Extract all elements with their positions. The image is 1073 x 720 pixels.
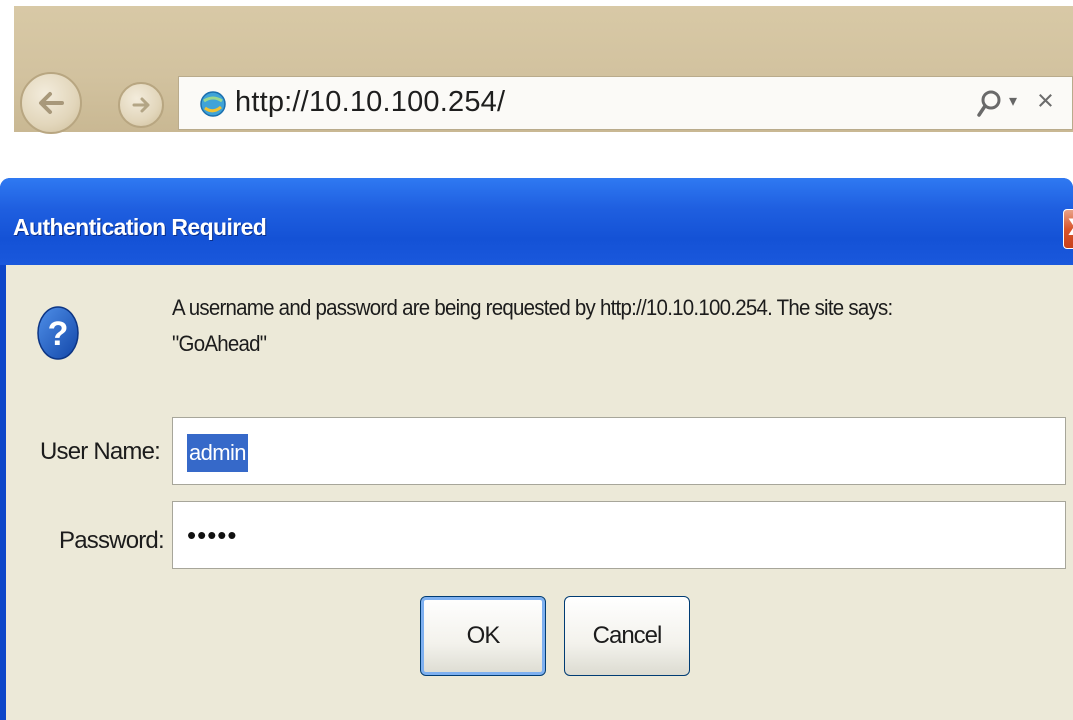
auth-realm: "GoAhead" — [172, 331, 267, 356]
forward-arrow-icon — [132, 97, 150, 113]
auth-message: A username and password are being reques… — [172, 290, 990, 362]
forward-button[interactable] — [118, 82, 164, 128]
cancel-button[interactable]: Cancel — [564, 596, 690, 676]
password-value: ••••• — [187, 520, 238, 550]
auth-message-line: A username and password are being reques… — [172, 295, 893, 320]
dialog-close-button[interactable]: X — [1063, 209, 1073, 249]
search-icon[interactable] — [975, 89, 1003, 119]
question-icon: ? — [37, 306, 79, 360]
dialog-body: ? A username and password are being requ… — [6, 265, 1073, 720]
ok-button[interactable]: OK — [420, 596, 546, 676]
dialog-titlebar[interactable]: Authentication Required X — [0, 178, 1073, 265]
address-bar[interactable]: http://10.10.100.254/ ▾ × — [178, 76, 1073, 130]
username-label: User Name: — [40, 438, 161, 465]
back-arrow-icon — [39, 92, 64, 114]
username-value: admin — [187, 434, 248, 472]
browser-toolbar: http://10.10.100.254/ ▾ × — [14, 6, 1073, 134]
chevron-down-icon[interactable]: ▾ — [1009, 91, 1017, 110]
dialog-title: Authentication Required — [13, 214, 267, 240]
password-field[interactable]: ••••• — [172, 501, 1066, 569]
username-field[interactable]: admin — [172, 417, 1066, 485]
ie-globe-icon — [200, 91, 226, 117]
url-text: http://10.10.100.254/ — [235, 86, 506, 118]
password-label: Password: — [59, 527, 165, 554]
authentication-dialog: Authentication Required X ? A username a… — [0, 178, 1073, 720]
back-button[interactable] — [20, 72, 82, 134]
svg-text:?: ? — [48, 315, 69, 353]
close-icon[interactable]: × — [1037, 85, 1054, 118]
